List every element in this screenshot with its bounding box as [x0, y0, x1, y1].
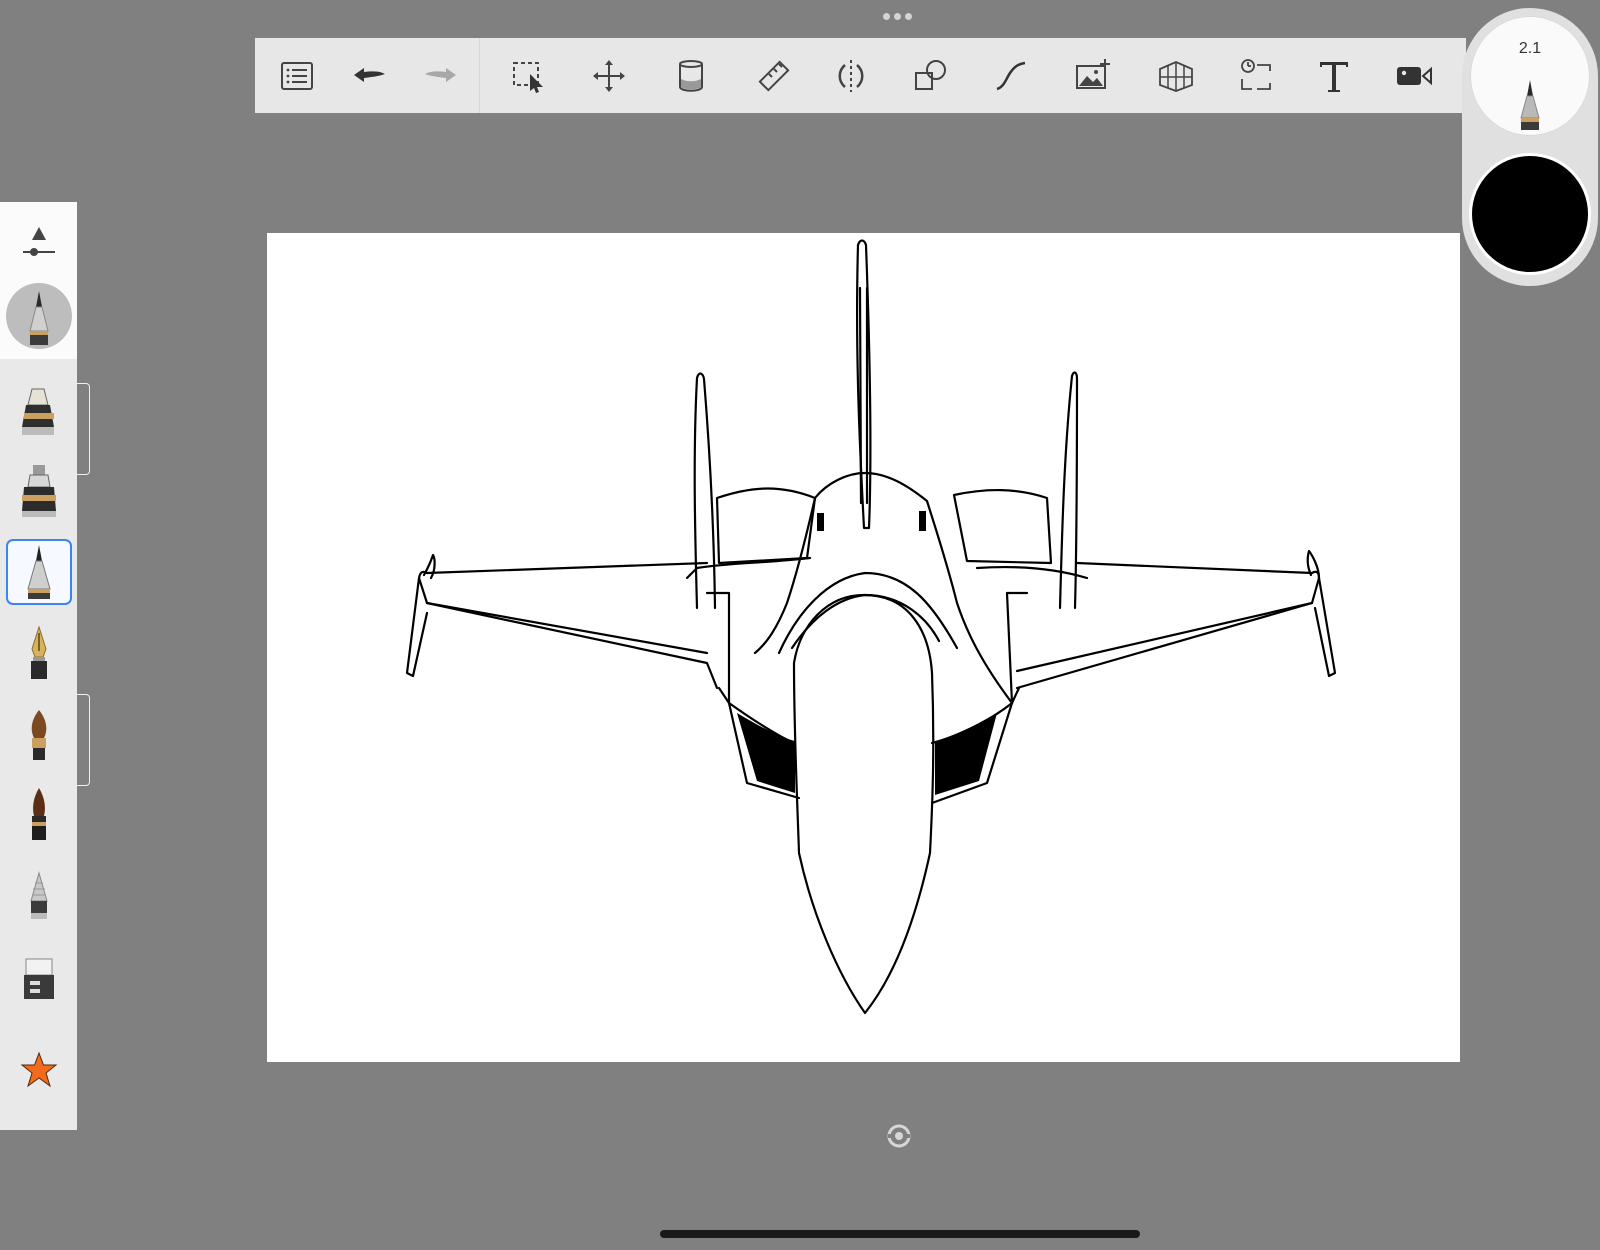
airbrush-icon	[22, 465, 56, 517]
transform-icon[interactable]	[585, 52, 633, 100]
top-toolbar	[255, 38, 1466, 113]
ballpoint-pen-icon	[29, 291, 49, 345]
brush-size-value: 2.1	[1518, 40, 1542, 57]
palette-tab-handle[interactable]	[77, 383, 90, 475]
drawing-canvas[interactable]	[267, 233, 1460, 1062]
curve-icon[interactable]	[987, 52, 1035, 100]
eraser-brush[interactable]	[6, 947, 72, 1013]
brush-properties-icon[interactable]	[20, 224, 58, 260]
shapes-icon[interactable]	[907, 52, 955, 100]
time-lapse-icon[interactable]	[1232, 52, 1280, 100]
toolbar-grabber[interactable]	[883, 13, 917, 23]
fountain-pen-icon	[31, 625, 47, 679]
jet-fighter-drawing	[405, 239, 1337, 1015]
rotate-canvas-icon[interactable]	[885, 1122, 913, 1150]
star-icon	[20, 1051, 58, 1088]
current-brush-preview[interactable]	[6, 283, 72, 349]
airbrush-brush[interactable]	[6, 459, 72, 525]
eraser-icon	[24, 958, 54, 999]
redo-icon[interactable]	[417, 52, 465, 100]
symmetry-icon[interactable]	[827, 52, 875, 100]
text-icon[interactable]	[1310, 52, 1358, 100]
home-indicator	[660, 1230, 1140, 1238]
color-swatch-button[interactable]	[1472, 156, 1588, 272]
ballpoint-pen-icon	[27, 545, 51, 599]
ink-brush-icon	[32, 788, 46, 840]
ruler-icon[interactable]	[750, 52, 798, 100]
ballpoint-pen-icon	[1520, 80, 1540, 130]
brush-puck: 2.1	[1462, 8, 1598, 286]
pencil-icon	[30, 871, 48, 919]
marker-brush[interactable]	[6, 379, 72, 445]
ballpoint-pen-brush[interactable]	[6, 539, 72, 605]
selection-icon[interactable]	[505, 52, 553, 100]
import-image-icon[interactable]	[1069, 52, 1117, 100]
undo-icon[interactable]	[345, 52, 393, 100]
brush-properties-panel	[0, 202, 77, 359]
fill-icon[interactable]	[667, 52, 715, 100]
marker-icon	[22, 388, 54, 435]
toolbar-divider	[479, 38, 480, 113]
brush-size-button[interactable]: 2.1	[1470, 16, 1590, 136]
brush-palette	[0, 202, 77, 1130]
list-icon[interactable]	[273, 52, 321, 100]
perspective-icon[interactable]	[1152, 52, 1200, 100]
palette-tab-handle[interactable]	[77, 694, 90, 786]
paint-brush[interactable]	[6, 702, 72, 768]
favorites-star[interactable]	[6, 1037, 72, 1103]
paintbrush-icon	[31, 710, 47, 760]
video-icon[interactable]	[1390, 52, 1438, 100]
pencil-brush[interactable]	[6, 865, 72, 931]
fountain-pen-brush[interactable]	[6, 621, 72, 687]
ink-brush[interactable]	[6, 782, 72, 848]
